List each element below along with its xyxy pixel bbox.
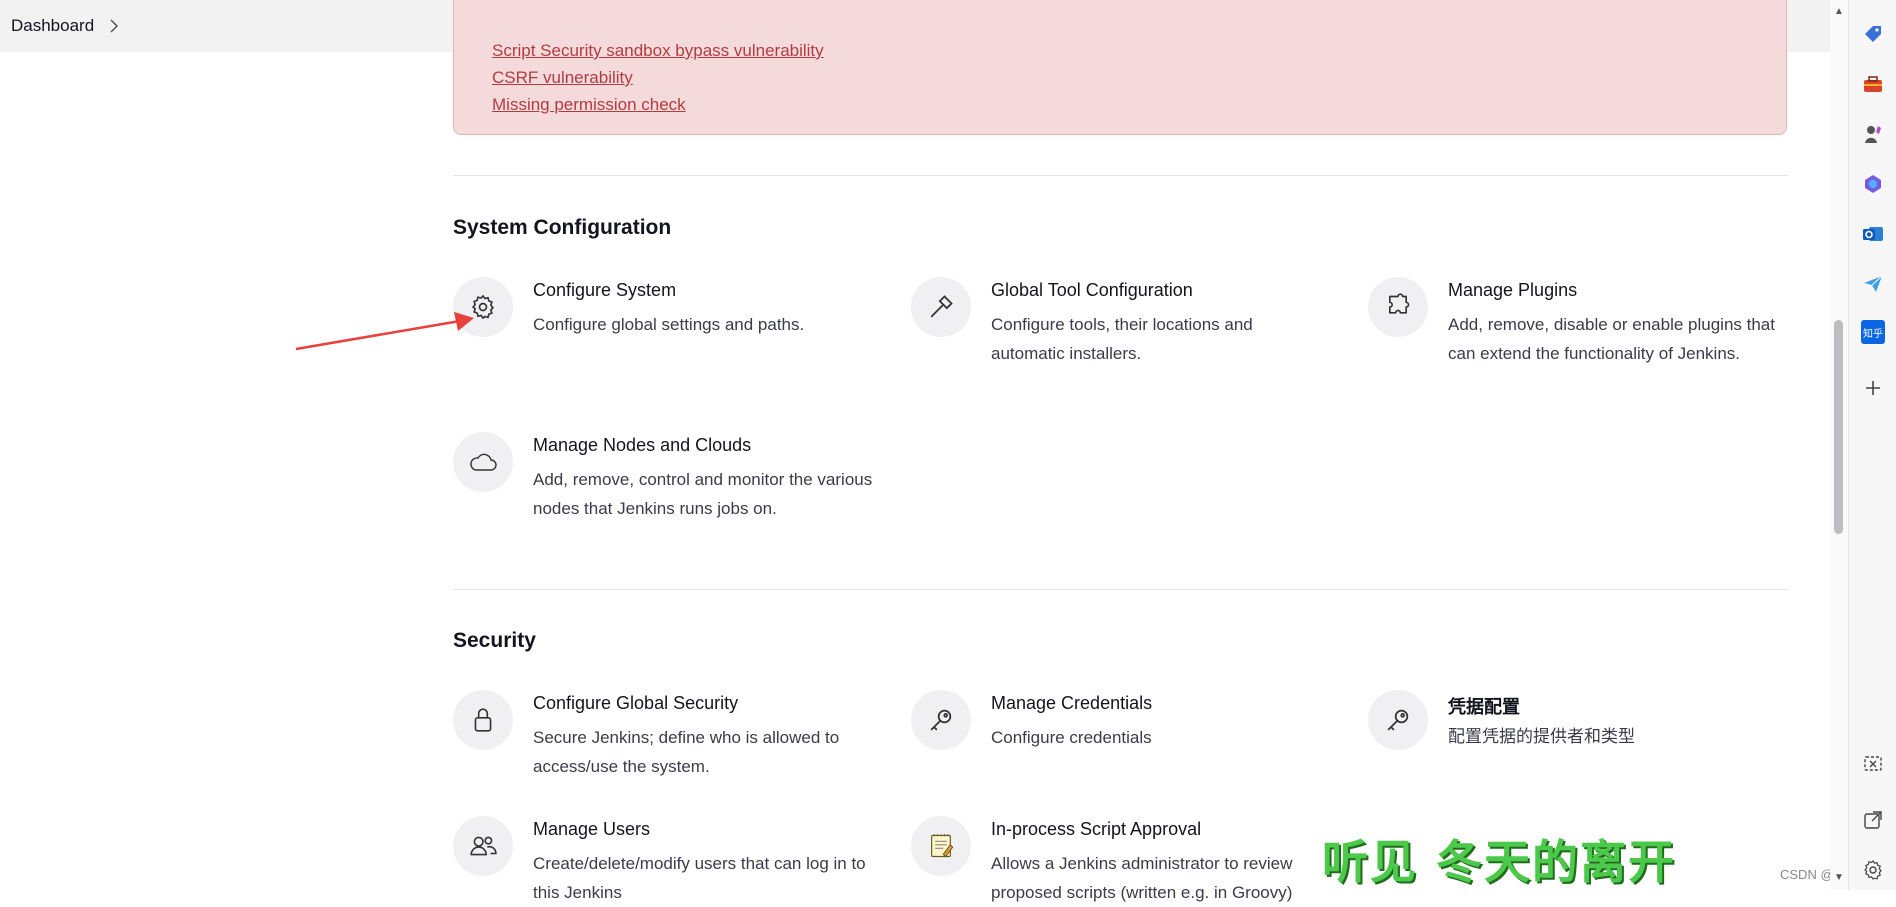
key-icon: [911, 690, 971, 750]
open-external-icon[interactable]: [1861, 808, 1885, 832]
item-description: Configure credentials: [991, 728, 1152, 747]
item-description: Allows a Jenkins administrator to review…: [991, 854, 1293, 902]
item-description: Configure global settings and paths.: [533, 315, 805, 334]
item-title[interactable]: Manage Users: [533, 819, 650, 840]
annotation-arrow: [295, 312, 474, 351]
scroll-up-arrow-icon[interactable]: ▲: [1834, 6, 1844, 17]
section-divider: [453, 589, 1788, 590]
screenshot-icon[interactable]: [1861, 752, 1885, 776]
item-description: 配置凭据的提供者和类型: [1448, 727, 1635, 747]
alert-link-csrf[interactable]: CSRF vulnerability: [492, 68, 633, 88]
item-title[interactable]: Manage Nodes and Clouds: [533, 435, 751, 456]
hammer-icon: [911, 277, 971, 337]
add-icon[interactable]: [1861, 376, 1885, 400]
notepad-icon: [911, 816, 971, 876]
tag-icon[interactable]: [1861, 22, 1885, 46]
item-title[interactable]: 凭据配置: [1448, 693, 1520, 719]
alert-link-missing-permission[interactable]: Missing permission check: [492, 95, 686, 115]
chess-piece-icon[interactable]: [1861, 122, 1885, 146]
item-description: Add, remove, disable or enable plugins t…: [1448, 315, 1775, 363]
item-description: Create/delete/modify users that can log …: [533, 854, 866, 902]
users-icon: [453, 816, 513, 876]
zhihu-icon[interactable]: 知乎: [1861, 320, 1885, 344]
scroll-down-arrow-icon[interactable]: ▼: [1834, 872, 1844, 883]
lock-icon: [453, 690, 513, 750]
item-description: Add, remove, control and monitor the var…: [533, 470, 873, 518]
section-title-security: Security: [453, 629, 536, 652]
outlook-icon[interactable]: [1861, 222, 1885, 246]
item-description: Configure tools, their locations and aut…: [991, 315, 1253, 363]
breadcrumb-dashboard[interactable]: Dashboard: [11, 16, 94, 36]
item-title[interactable]: Global Tool Configuration: [991, 280, 1193, 301]
paper-plane-icon[interactable]: [1861, 272, 1885, 296]
puzzle-piece-icon: [1368, 277, 1428, 337]
copilot-icon[interactable]: [1861, 172, 1885, 196]
settings-gear-icon[interactable]: [1861, 858, 1885, 882]
scrollbar-thumb[interactable]: [1834, 320, 1843, 534]
alert-link-sandbox-bypass[interactable]: Script Security sandbox bypass vulnerabi…: [492, 41, 824, 61]
item-title[interactable]: Configure Global Security: [533, 693, 738, 714]
browser-sidebar: 知乎: [1848, 0, 1896, 890]
item-title[interactable]: Manage Credentials: [991, 693, 1152, 714]
chevron-right-icon[interactable]: [108, 19, 120, 33]
section-divider: [453, 175, 1788, 176]
cloud-icon: [453, 432, 513, 492]
item-description: Secure Jenkins; define who is allowed to…: [533, 728, 840, 776]
key-icon: [1368, 690, 1428, 750]
security-warning-alert: Script Security sandbox bypass vulnerabi…: [453, 0, 1787, 135]
item-title[interactable]: Configure System: [533, 280, 676, 301]
item-title[interactable]: Manage Plugins: [1448, 280, 1577, 301]
item-title[interactable]: In-process Script Approval: [991, 819, 1201, 840]
watermark-text: 听见 冬天的离开: [1322, 835, 1677, 889]
toolbox-icon[interactable]: [1861, 72, 1885, 96]
section-title-system-configuration: System Configuration: [453, 216, 672, 239]
